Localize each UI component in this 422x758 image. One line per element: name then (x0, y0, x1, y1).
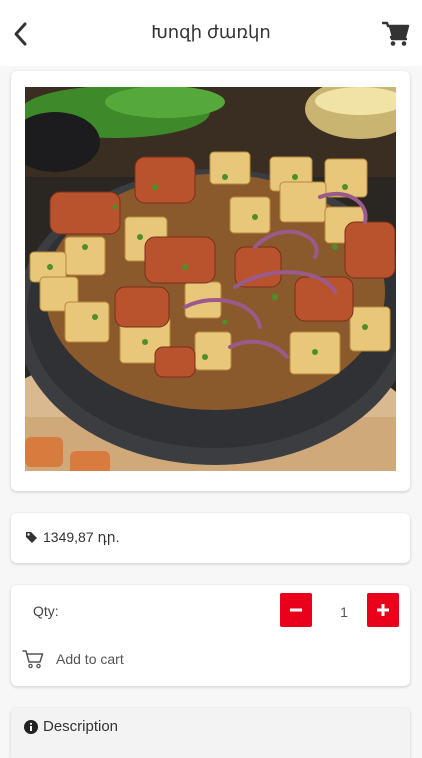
product-image-card (11, 71, 410, 491)
price-tag-icon (25, 531, 38, 544)
price-card: 1349,87 դր. (11, 513, 410, 563)
back-button[interactable] (6, 18, 34, 50)
cart-outline-icon (22, 649, 44, 669)
shopping-cart-icon (382, 21, 410, 46)
price-row: 1349,87 դր. (25, 529, 120, 546)
quantity-card: Qty: 1 Add to cart (11, 585, 410, 686)
app-header: Խոզի ժառկո (0, 0, 422, 66)
add-to-cart-label: Add to cart (56, 651, 124, 667)
chevron-left-icon (14, 22, 27, 46)
description-section: Description (11, 708, 410, 758)
quantity-increase-button[interactable] (367, 593, 399, 627)
description-title: Description (43, 718, 119, 735)
quantity-label: Qty: (33, 603, 59, 619)
page-title: Խոզի ժառկո (151, 22, 271, 42)
info-icon (24, 719, 38, 734)
product-image[interactable] (25, 87, 396, 471)
cart-button[interactable] (380, 18, 412, 50)
price-text: 1349,87 դր. (43, 529, 120, 545)
quantity-value[interactable]: 1 (324, 604, 364, 620)
minus-icon (290, 608, 302, 612)
description-header[interactable]: Description (24, 718, 118, 735)
plus-icon (377, 604, 389, 616)
add-to-cart-button[interactable]: Add to cart (22, 649, 124, 669)
quantity-decrease-button[interactable] (280, 593, 312, 627)
